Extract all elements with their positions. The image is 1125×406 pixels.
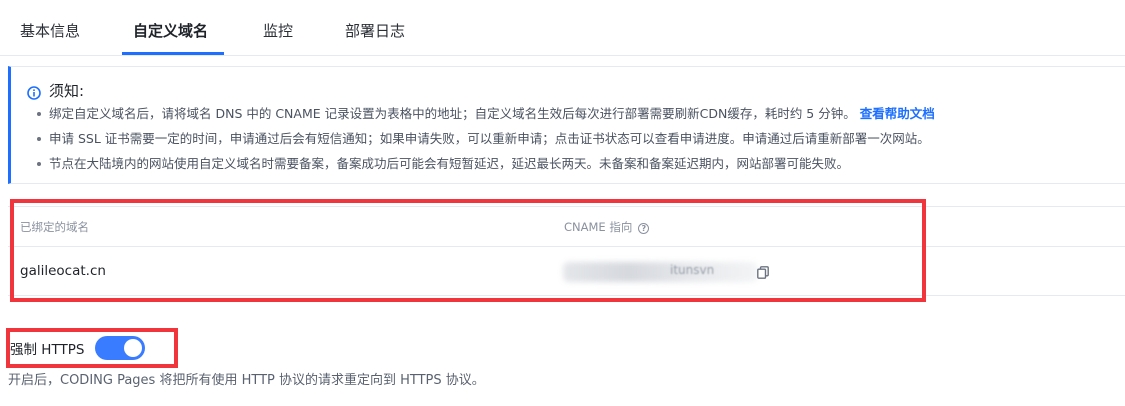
notice-panel: 须知: 绑定自定义域名后，请将域名 DNS 中的 CNAME 记录设置为表格中的…: [8, 66, 1125, 184]
help-docs-link[interactable]: 查看帮助文档: [860, 106, 935, 121]
notice-item: 节点在大陆境内的网站使用自定义域名时需要备案，备案成功后可能会有短暂延迟，延迟最…: [37, 151, 935, 176]
bound-domain: galileocat.cn: [20, 263, 106, 279]
notice-title: 须知:: [49, 82, 85, 100]
tab-bar: 基本信息 自定义域名 监控 部署日志: [0, 0, 1125, 56]
column-header-cname-label: CNAME 指向: [564, 220, 633, 234]
cname-value: itunsvn: [670, 263, 715, 277]
info-icon: [27, 86, 41, 100]
force-https-description: 开启后，CODING Pages 将把所有使用 HTTP 协议的请求重定向到 H…: [8, 373, 485, 388]
force-https-label: 强制 HTTPS: [10, 342, 85, 358]
domain-table: 已绑定的域名 CNAME 指向? galileocat.cn itunsvn: [8, 206, 1125, 296]
notice-item-text: 绑定自定义域名后，请将域名 DNS 中的 CNAME 记录设置为表格中的地址；自…: [49, 106, 856, 121]
copy-icon[interactable]: [757, 266, 769, 279]
tab-deploy-log[interactable]: 部署日志: [345, 20, 405, 42]
tab-basic-info[interactable]: 基本信息: [20, 20, 80, 42]
tab-monitoring[interactable]: 监控: [263, 20, 293, 42]
notice-item: 申请 SSL 证书需要一定的时间，申请通过后会有短信通知；如果申请失败，可以重新…: [37, 126, 935, 151]
custom-domain-page: 基本信息 自定义域名 监控 部署日志 须知: 绑定自定义域名后，请将域名 DNS…: [0, 0, 1125, 406]
toggle-knob: [124, 339, 142, 357]
notice-list: 绑定自定义域名后，请将域名 DNS 中的 CNAME 记录设置为表格中的地址；自…: [37, 101, 935, 176]
active-tab-indicator: [122, 52, 224, 55]
table-header: 已绑定的域名 CNAME 指向?: [8, 207, 1125, 247]
column-header-domain-label: 已绑定的域名: [20, 220, 89, 234]
column-header-domain: 已绑定的域名: [20, 219, 89, 235]
question-icon[interactable]: ?: [638, 223, 650, 234]
column-header-cname: CNAME 指向?: [564, 219, 650, 235]
force-https-toggle[interactable]: [95, 336, 145, 360]
notice-item: 绑定自定义域名后，请将域名 DNS 中的 CNAME 记录设置为表格中的地址；自…: [37, 101, 935, 126]
cname-redacted: [563, 262, 758, 282]
tab-custom-domain[interactable]: 自定义域名: [133, 20, 208, 42]
notice-item-text: 申请 SSL 证书需要一定的时间，申请通过后会有短信通知；如果申请失败，可以重新…: [49, 131, 930, 146]
notice-item-text: 节点在大陆境内的网站使用自定义域名时需要备案，备案成功后可能会有短暂延迟，延迟最…: [49, 156, 850, 171]
